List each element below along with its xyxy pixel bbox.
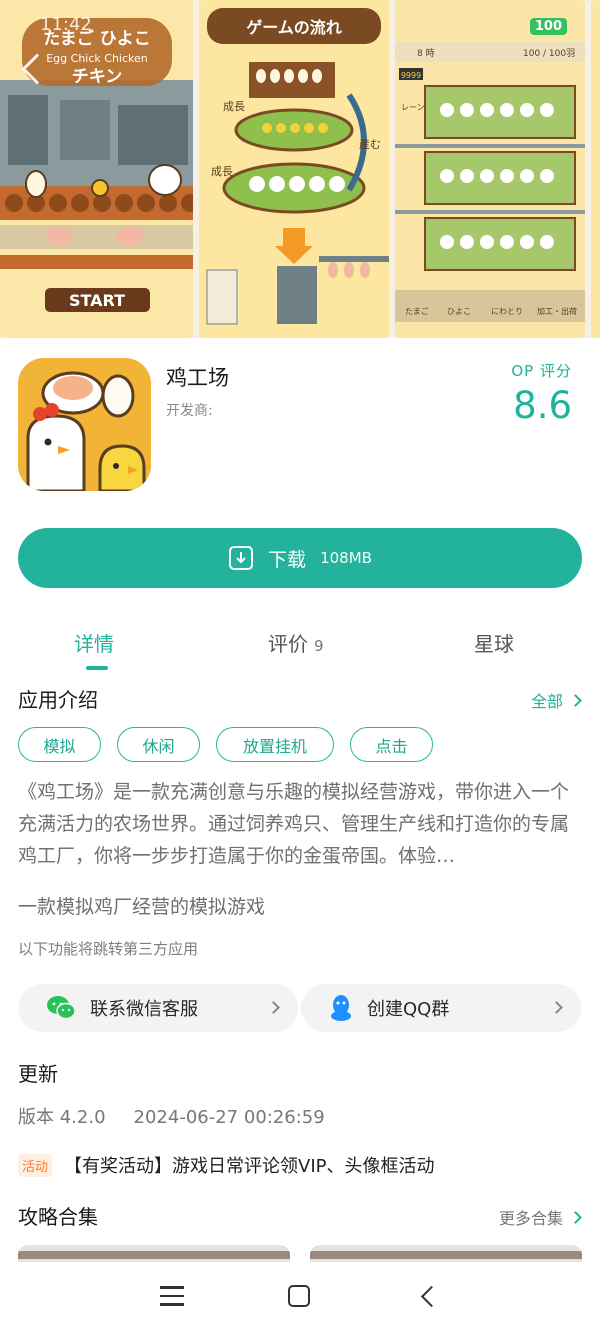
back-icon[interactable] xyxy=(420,1285,443,1308)
screenshot-2[interactable]: ゲームの流れ 成長 成長 産む xyxy=(199,0,389,338)
app-icon-art xyxy=(18,358,151,491)
intro-description[interactable]: 《鸡工场》是一款充满创意与乐趣的模拟经营游戏，带你进入一个充满活力的农场世界。通… xyxy=(18,776,584,872)
tag-idle[interactable]: 放置挂机 xyxy=(216,727,334,762)
version-number: 版本 4.2.0 xyxy=(18,1107,106,1128)
guides-title: 攻略合集 xyxy=(18,1205,98,1229)
battery-indicator: 100 xyxy=(529,18,567,35)
download-icon xyxy=(229,546,254,570)
rating-label: OP 评分 xyxy=(511,362,572,380)
tab-bar: 详情 评价 9 星球 xyxy=(0,620,600,670)
tab-details[interactable]: 详情 xyxy=(74,628,114,657)
tag-clicker[interactable]: 点击 xyxy=(350,727,433,762)
menu-icon[interactable] xyxy=(160,1286,184,1306)
tab-planet[interactable]: 星球 xyxy=(474,628,514,657)
status-time: 11:42 xyxy=(40,14,92,35)
qq-group-label: 创建QQ群 xyxy=(367,999,450,1020)
event-text: 【有奖活动】游戏日常评论领VIP、头像框活动 xyxy=(64,1156,435,1177)
tag-simulation[interactable]: 模拟 xyxy=(18,727,101,762)
intro-more-link[interactable]: 全部 xyxy=(530,688,582,712)
screenshot-2-title: ゲームの流れ xyxy=(246,18,342,37)
developer-label: 开发商: xyxy=(166,403,213,419)
guides-more-label: 更多合集 xyxy=(498,1209,563,1228)
chevron-right-icon xyxy=(267,1001,280,1014)
screenshot-3-capacity: 100 / 100羽 xyxy=(523,48,575,59)
screenshot-2-grow-2: 成長 xyxy=(211,165,233,178)
tab-reviews-count: 9 xyxy=(314,637,324,655)
status-icons: 100 xyxy=(529,18,567,35)
wechat-icon xyxy=(47,996,76,1020)
chevron-right-icon xyxy=(569,1210,582,1224)
download-size: 108MB xyxy=(320,549,372,567)
tab-reviews-label: 评价 xyxy=(268,632,308,656)
screenshot-2-art: ゲームの流れ 成長 成長 産む xyxy=(199,0,389,338)
screenshot-3-btn-egg: たまご xyxy=(405,306,429,316)
tab-active-indicator xyxy=(86,666,108,670)
screenshot-1-logo-line2: Egg Chick Chicken xyxy=(46,52,148,65)
screenshot-3-btn-ship: 加工・出荷 xyxy=(537,306,577,316)
screenshot-1[interactable]: START たまご ひよこ Egg Chick Chicken チキン 11:4… xyxy=(0,0,193,338)
screenshot-1-start: START xyxy=(69,291,125,310)
qq-icon xyxy=(331,995,351,1021)
system-navigation-bar xyxy=(0,1262,600,1333)
screenshot-3[interactable]: 8 時 100 / 100羽 9999 レーン たまご ひよこ にわとり 加工・… xyxy=(395,0,585,338)
screenshot-4-peek[interactable] xyxy=(591,0,600,338)
screenshot-3-money: 9999 xyxy=(401,71,421,80)
app-icon xyxy=(18,358,151,491)
tag-list: 模拟 休闲 放置挂机 点击 xyxy=(18,727,433,762)
tag-casual[interactable]: 休闲 xyxy=(117,727,200,762)
version-line: 版本 4.2.0 2024-06-27 00:26:59 xyxy=(18,1103,353,1129)
screenshot-3-btn-chick: ひよこ xyxy=(447,307,471,316)
event-row[interactable]: 活动 【有奖活动】游戏日常评论领VIP、头像框活动 xyxy=(18,1152,435,1178)
wechat-service-button[interactable]: 联系微信客服 xyxy=(18,984,298,1032)
guides-more-link[interactable]: 更多合集 xyxy=(498,1205,582,1229)
home-icon[interactable] xyxy=(288,1285,310,1307)
intro-tagline: 一款模拟鸡厂经营的模拟游戏 xyxy=(18,896,266,918)
screenshot-3-art: 8 時 100 / 100羽 9999 レーン たまご ひよこ にわとり 加工・… xyxy=(395,0,585,338)
app-name: 鸡工场 xyxy=(166,366,229,390)
intro-title: 应用介绍 xyxy=(18,688,98,712)
screenshot-3-btn-chicken: にわとり xyxy=(491,307,523,316)
tab-reviews[interactable]: 评价 9 xyxy=(268,628,324,657)
chevron-right-icon xyxy=(550,1001,563,1014)
screenshot-2-lay: 産む xyxy=(359,138,381,151)
update-datetime: 2024-06-27 00:26:59 xyxy=(133,1107,325,1128)
chevron-right-icon xyxy=(569,693,582,707)
event-badge: 活动 xyxy=(18,1153,53,1177)
screenshot-2-grow-1: 成長 xyxy=(223,100,245,113)
download-label: 下载 xyxy=(268,548,307,571)
wechat-service-label: 联系微信客服 xyxy=(90,999,198,1020)
screenshot-carousel[interactable]: START たまご ひよこ Egg Chick Chicken チキン 11:4… xyxy=(0,0,600,338)
rating-score: 8.6 xyxy=(513,384,572,427)
intro-more-label: 全部 xyxy=(530,692,563,711)
screenshot-1-logo-line3: チキン xyxy=(72,67,123,87)
qq-group-button[interactable]: 创建QQ群 xyxy=(301,984,581,1032)
download-button[interactable]: 下载 108MB xyxy=(18,528,582,588)
screenshot-3-lane-label: レーン xyxy=(401,103,425,112)
guide-card-image xyxy=(18,1251,290,1259)
thirdparty-note: 以下功能将跳转第三方应用 xyxy=(18,940,199,958)
update-title: 更新 xyxy=(18,1062,58,1086)
guide-card-image xyxy=(310,1251,582,1259)
screenshot-1-art: START たまご ひよこ Egg Chick Chicken チキン xyxy=(0,0,193,338)
screenshot-3-counter: 8 時 xyxy=(417,48,435,59)
